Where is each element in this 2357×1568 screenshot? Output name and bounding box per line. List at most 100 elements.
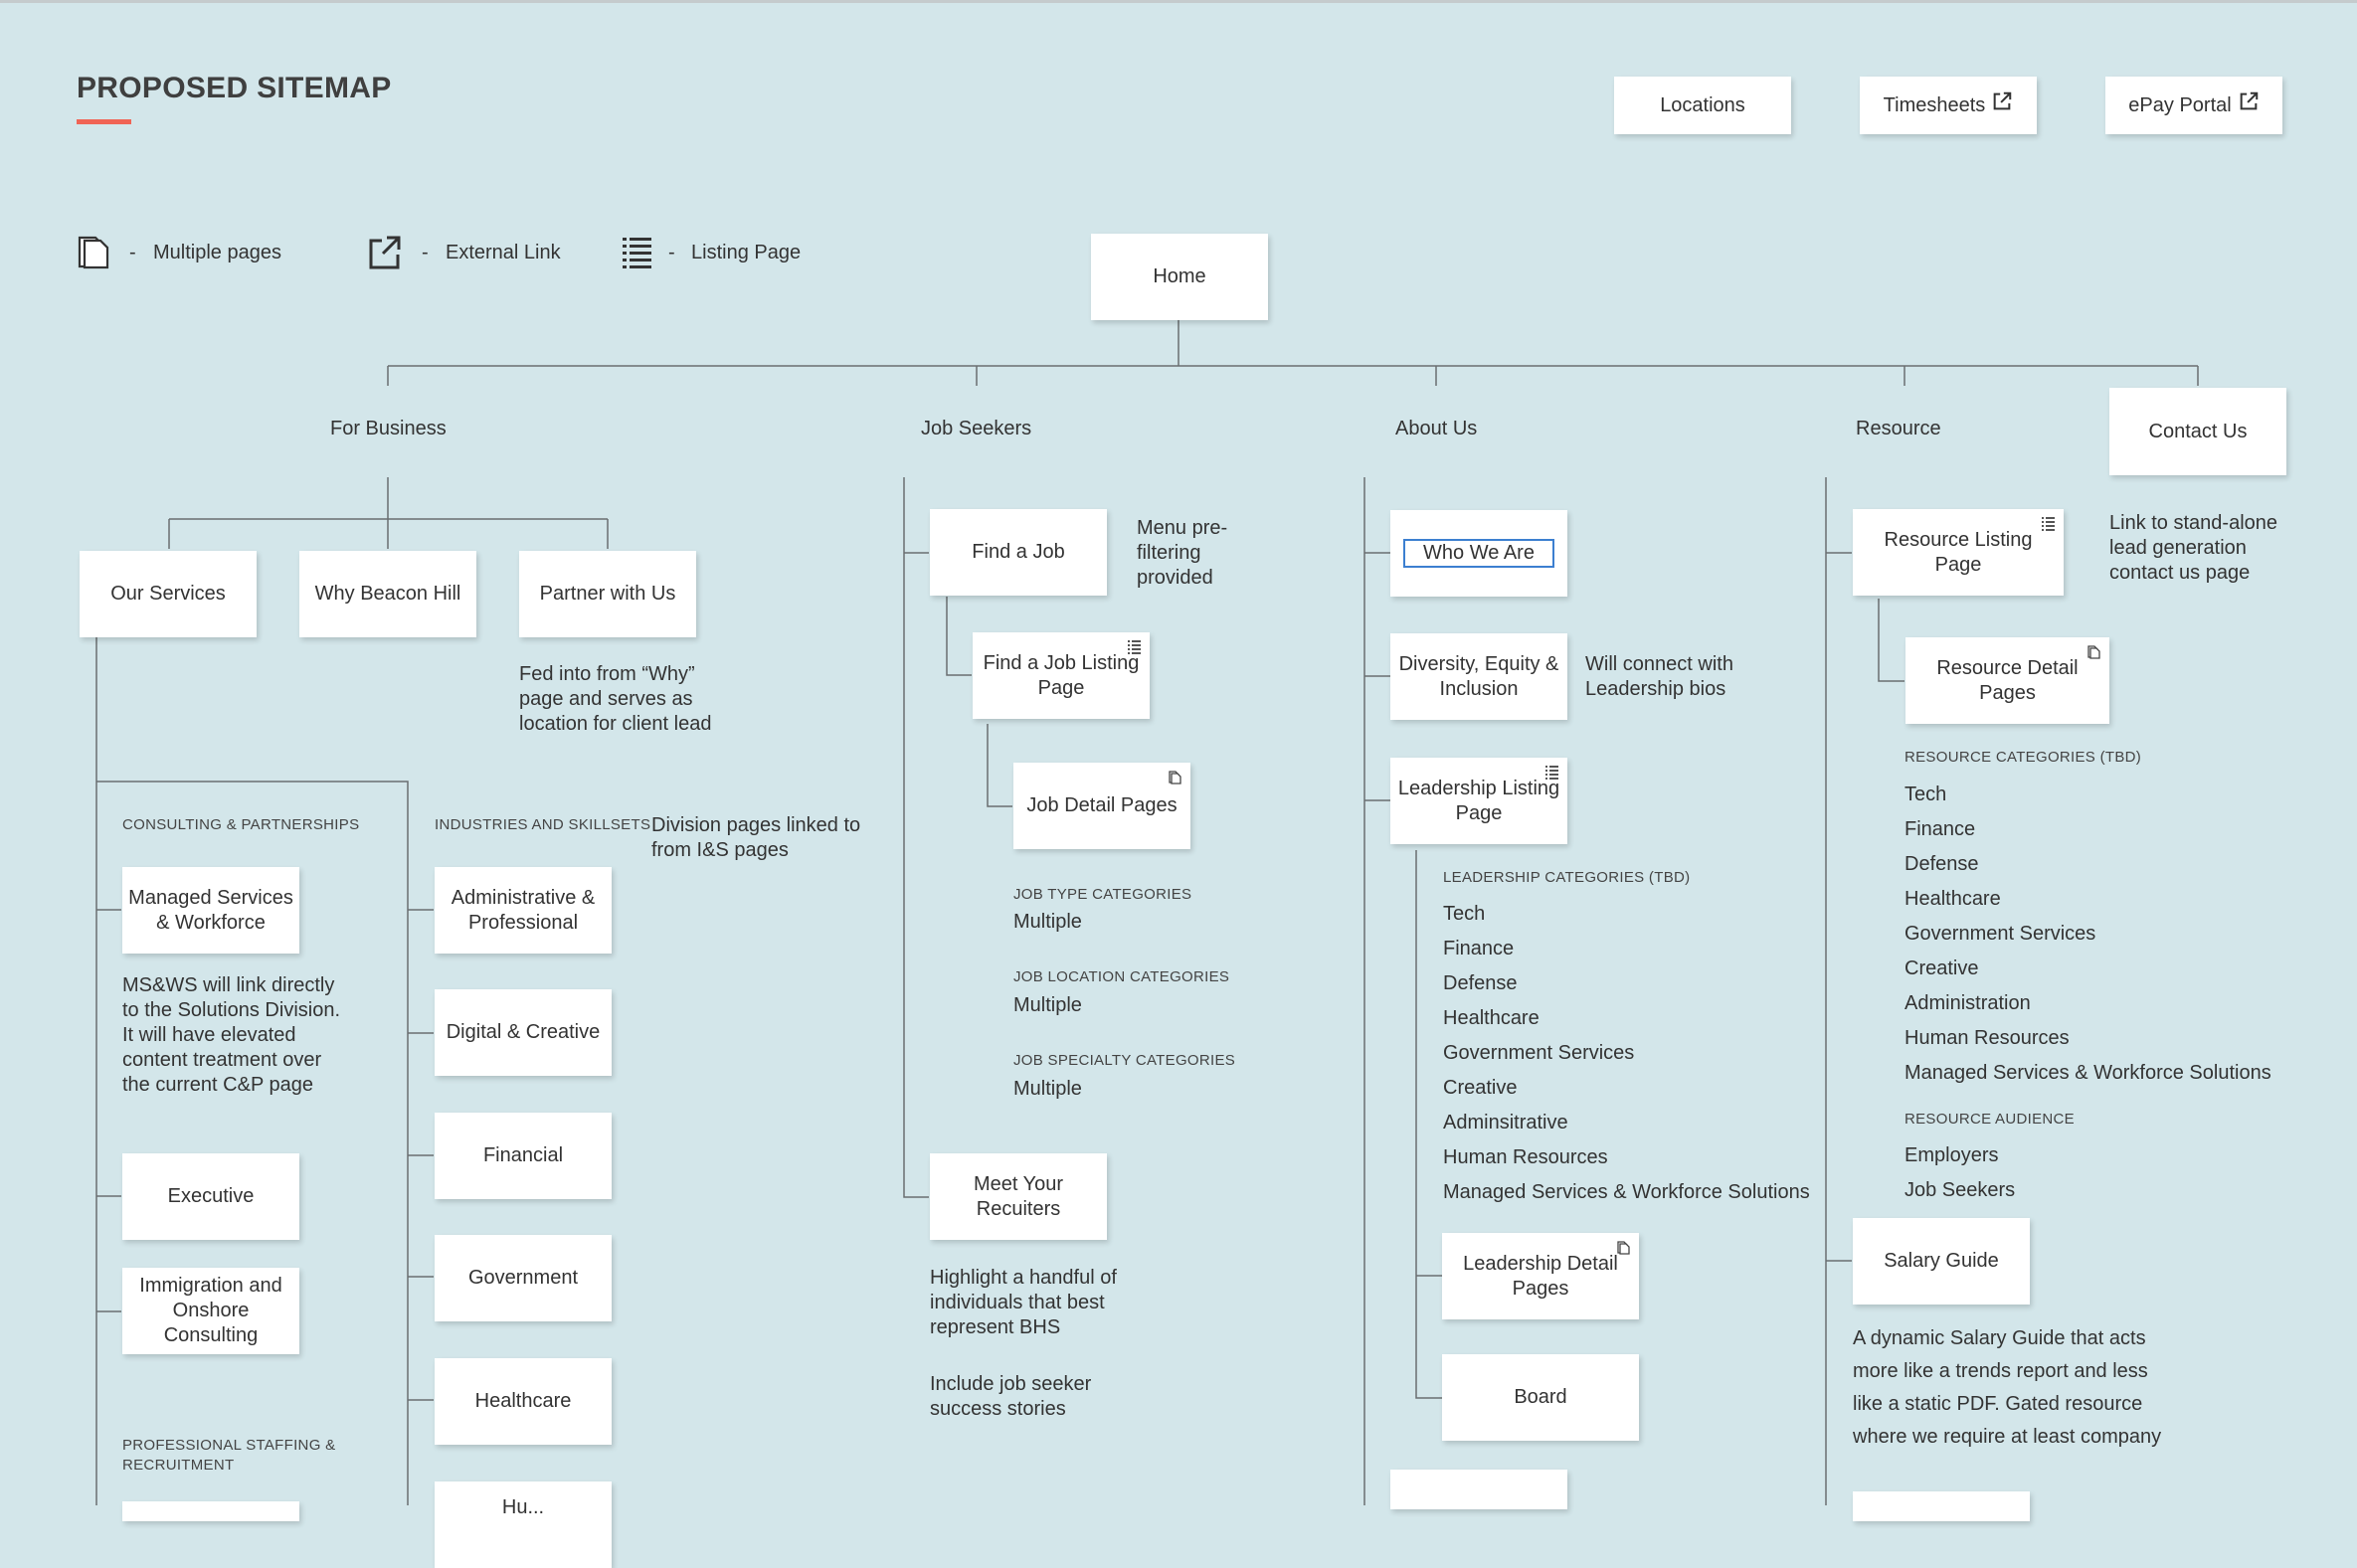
leadership-categories-list: Tech Finance Defense Healthcare Governme… xyxy=(1443,897,1810,1210)
epay-portal-button[interactable]: ePay Portal xyxy=(2105,77,2282,134)
leadership-listing-node[interactable]: Leadership Listing Page xyxy=(1390,758,1567,844)
list-item: Finance xyxy=(1443,938,1515,959)
immigration-node[interactable]: Immigration and Onshore Consulting xyxy=(122,1268,299,1354)
node-label: Salary Guide xyxy=(1884,1250,1999,1272)
node-label: Leadership Listing Page xyxy=(1397,777,1560,824)
section-resource[interactable]: Resource xyxy=(1856,418,1941,440)
node-label: Our Services xyxy=(110,583,226,605)
meet-recruiters-node[interactable]: Meet Your Recuiters xyxy=(930,1153,1107,1240)
legend-multiple-pages: Multiple pages xyxy=(153,242,281,263)
section-job-seekers[interactable]: Job Seekers xyxy=(921,418,1031,440)
page-title: PROPOSED SITEMAP xyxy=(77,72,392,104)
timesheets-button[interactable]: Timesheets xyxy=(1860,77,2037,134)
industry-node[interactable]: Administrative & Professional xyxy=(435,867,612,954)
external-link-icon xyxy=(2240,91,2258,110)
legend-listing-page: Listing Page xyxy=(691,242,802,263)
section-for-business[interactable]: For Business xyxy=(330,418,447,440)
dei-note: Will connect with Leadership bios xyxy=(1585,653,1733,700)
resource-audience-heading: RESOURCE AUDIENCE xyxy=(1904,1111,2075,1128)
list-item: Human Resources xyxy=(1443,1146,1608,1168)
find-a-job-note: Menu pre-filtering provided xyxy=(1137,517,1228,589)
list-item: Tech xyxy=(1443,903,1486,925)
industry-node[interactable]: Financial xyxy=(435,1113,612,1199)
list-item: Creative xyxy=(1443,1077,1518,1099)
home-label: Home xyxy=(1153,265,1206,287)
legend-dash: - xyxy=(422,242,429,263)
listing-page-icon xyxy=(2042,517,2055,531)
executive-node[interactable]: Executive xyxy=(122,1153,299,1240)
job-specialty-value: Multiple xyxy=(1013,1078,1082,1100)
industry-node[interactable]: Hu... xyxy=(435,1481,612,1568)
list-item: Government Services xyxy=(1443,1042,1635,1064)
industries-category-heading: INDUSTRIES AND SKILLSETS xyxy=(435,816,651,833)
list-item: Managed Services & Workforce Solutions xyxy=(1904,1062,2271,1084)
list-item: Job Seekers xyxy=(1904,1179,2016,1201)
why-beacon-hill-node[interactable]: Why Beacon Hill xyxy=(299,551,476,637)
list-item: Finance xyxy=(1904,818,1976,840)
contact-us-node[interactable]: Contact Us xyxy=(2109,388,2286,475)
section-about-us[interactable]: About Us xyxy=(1395,418,1477,440)
resource-listing-node[interactable]: Resource Listing Page xyxy=(1853,509,2064,596)
list-item: Adminsitrative xyxy=(1443,1112,1568,1133)
node-label: Resource Listing Page xyxy=(1884,528,2033,576)
find-a-job-listing-node[interactable]: Find a Job Listing Page xyxy=(973,632,1150,719)
job-location-value: Multiple xyxy=(1013,994,1082,1016)
our-services-node[interactable]: Our Services xyxy=(80,551,257,637)
dei-node[interactable]: Diversity, Equity & Inclusion xyxy=(1390,633,1567,720)
node-label: Financial xyxy=(482,1144,564,1166)
industry-node[interactable]: Healthcare xyxy=(435,1358,612,1445)
find-a-job-node[interactable]: Find a Job xyxy=(930,509,1107,596)
legend-external-link: External Link xyxy=(446,242,561,263)
node-label: Resource Detail Pages xyxy=(1936,656,2079,704)
industry-node[interactable]: Government xyxy=(435,1235,612,1321)
contact-note: Link to stand-alone lead generation cont… xyxy=(2109,512,2278,584)
leadership-detail-node[interactable]: Leadership Detail Pages xyxy=(1442,1233,1639,1319)
board-node[interactable]: Board xyxy=(1442,1354,1639,1441)
node-label: Managed Services & Workforce xyxy=(128,886,293,934)
job-location-heading: JOB LOCATION CATEGORIES xyxy=(1013,968,1230,985)
list-item: Healthcare xyxy=(1904,888,2001,910)
job-type-value: Multiple xyxy=(1013,911,1082,933)
external-link-icon xyxy=(1993,91,2012,110)
locations-button[interactable]: Locations xyxy=(1614,77,1791,134)
who-we-are-node[interactable]: Who We Are xyxy=(1390,510,1567,597)
node-label: Hu... xyxy=(501,1496,545,1518)
multiple-pages-icon xyxy=(1169,771,1181,784)
list-item: Administration xyxy=(1904,992,2031,1014)
staffing-node-partial[interactable] xyxy=(122,1501,299,1521)
node-label: Partner with Us xyxy=(539,583,676,605)
list-item: Defense xyxy=(1904,853,1979,875)
resource-node-partial[interactable] xyxy=(1853,1491,2030,1521)
list-item: Healthcare xyxy=(1443,1007,1540,1029)
home-node[interactable]: Home xyxy=(1091,234,1268,320)
recruiters-note: Highlight a handful of individuals that … xyxy=(930,1267,1117,1338)
list-item: Human Resources xyxy=(1904,1027,2070,1049)
job-detail-node[interactable]: Job Detail Pages xyxy=(1013,763,1190,849)
partner-note: Fed into from “Why” page and serves as l… xyxy=(519,663,712,735)
node-label: Find a Job xyxy=(972,541,1065,563)
about-node-partial[interactable] xyxy=(1390,1470,1567,1509)
list-item: Tech xyxy=(1904,784,1947,805)
node-label: Immigration and Onshore Consulting xyxy=(139,1275,282,1346)
node-label: Who We Are xyxy=(1403,539,1554,568)
listing-page-icon xyxy=(1545,766,1558,780)
partner-with-us-node[interactable]: Partner with Us xyxy=(519,551,696,637)
node-label: Board xyxy=(1514,1386,1567,1408)
node-label: Executive xyxy=(167,1185,255,1207)
stories-note: Include job seeker success stories xyxy=(930,1373,1092,1420)
timesheets-label: Timesheets xyxy=(1883,93,1986,116)
managed-services-node[interactable]: Managed Services & Workforce xyxy=(122,867,299,954)
node-label: Diversity, Equity & Inclusion xyxy=(1398,652,1559,700)
listing-page-icon xyxy=(1128,640,1141,654)
node-label: Meet Your Recuiters xyxy=(973,1172,1064,1220)
consulting-category-heading: CONSULTING & PARTNERSHIPS xyxy=(122,816,360,833)
legend-dash: - xyxy=(129,242,136,263)
salary-guide-node[interactable]: Salary Guide xyxy=(1853,1218,2030,1305)
multiple-pages-icon xyxy=(78,236,109,269)
list-item: Government Services xyxy=(1904,923,2096,945)
list-item: Defense xyxy=(1443,972,1518,994)
node-label: Leadership Detail Pages xyxy=(1463,1252,1618,1300)
industry-node[interactable]: Digital & Creative xyxy=(435,989,612,1076)
list-item: Managed Services & Workforce Solutions xyxy=(1443,1181,1810,1203)
resource-detail-node[interactable]: Resource Detail Pages xyxy=(1905,637,2109,724)
